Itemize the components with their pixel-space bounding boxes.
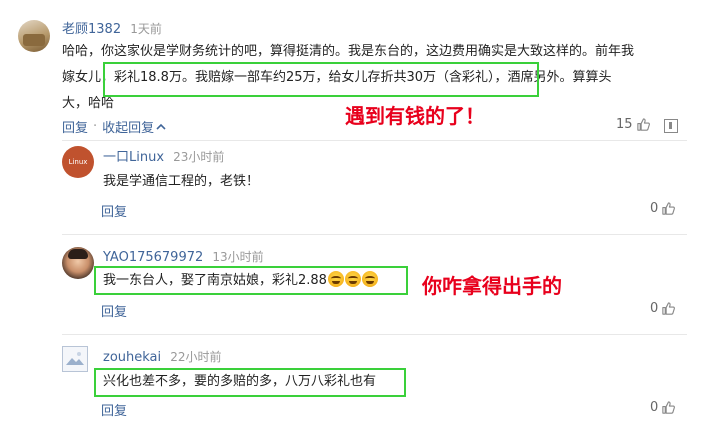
avatar-reply-1-text: Linux (68, 158, 88, 166)
reply-1-actions: 回复 (101, 201, 127, 220)
main-comment-header: 老顾1382 1天前 (62, 18, 162, 37)
reply-2-actions: 回复 (101, 301, 127, 320)
reply-3-like-area: 0 (650, 400, 676, 415)
reply-1-like-area: 0 (650, 201, 676, 216)
annotation-rich: 遇到有钱的了！ (345, 104, 485, 128)
main-reply-button[interactable]: 回复 (62, 117, 88, 136)
separator-dot: · (93, 119, 98, 134)
report-icon[interactable] (664, 119, 678, 133)
main-actions: 回复 · 收起回复 (62, 117, 166, 136)
reply-2-username[interactable]: YAO175679972 (103, 250, 203, 265)
broken-image-icon (66, 352, 84, 365)
reply-3-timestamp: 22小时前 (170, 350, 222, 364)
reply-3-actions: 回复 (101, 400, 127, 419)
collapse-replies-button[interactable]: 收起回复 (102, 117, 166, 136)
reply-2-like-area: 0 (650, 301, 676, 316)
thumbs-up-icon[interactable] (661, 400, 676, 415)
main-like-count: 15 (616, 117, 633, 132)
thumbs-up-icon[interactable] (636, 117, 651, 132)
avatar-main[interactable] (18, 20, 50, 52)
reply-3-username[interactable]: zouhekai (103, 350, 161, 365)
reply-2-like-count: 0 (650, 301, 659, 316)
reply-2-reply-button[interactable]: 回复 (101, 305, 127, 320)
highlight-box-reply-2 (94, 266, 408, 295)
reply-2-timestamp: 13小时前 (212, 250, 264, 264)
avatar-reply-3[interactable] (62, 346, 88, 372)
collapse-label: 收起回复 (102, 121, 155, 136)
reply-2-header: YAO175679972 13小时前 (103, 246, 264, 265)
chevron-up-icon (156, 123, 166, 130)
main-like-area: 15 (616, 117, 651, 132)
reply-1-reply-button[interactable]: 回复 (101, 205, 127, 220)
reply-3-header: zouhekai 22小时前 (103, 346, 222, 365)
reply-3-reply-button[interactable]: 回复 (101, 404, 127, 419)
reply-1-username[interactable]: 一口Linux (103, 150, 164, 165)
reply-3-like-count: 0 (650, 400, 659, 415)
divider-2 (62, 234, 687, 235)
thumbs-up-icon[interactable] (661, 301, 676, 316)
avatar-reply-2[interactable] (62, 247, 94, 279)
divider-1 (62, 140, 687, 141)
annotation-how-dare: 你咋拿得出手的 (422, 274, 562, 298)
avatar-reply-1[interactable]: Linux (62, 146, 94, 178)
main-username[interactable]: 老顾1382 (62, 22, 121, 37)
reply-1-timestamp: 23小时前 (173, 150, 225, 164)
highlight-box-reply-3 (94, 368, 406, 397)
divider-3 (62, 334, 687, 335)
highlight-box-main (103, 62, 539, 97)
main-timestamp: 1天前 (130, 22, 162, 36)
thumbs-up-icon[interactable] (661, 201, 676, 216)
reply-1-like-count: 0 (650, 201, 659, 216)
reply-1-text: 我是学通信工程的，老铁！ (103, 174, 260, 189)
reply-1-header: 一口Linux 23小时前 (103, 146, 224, 165)
